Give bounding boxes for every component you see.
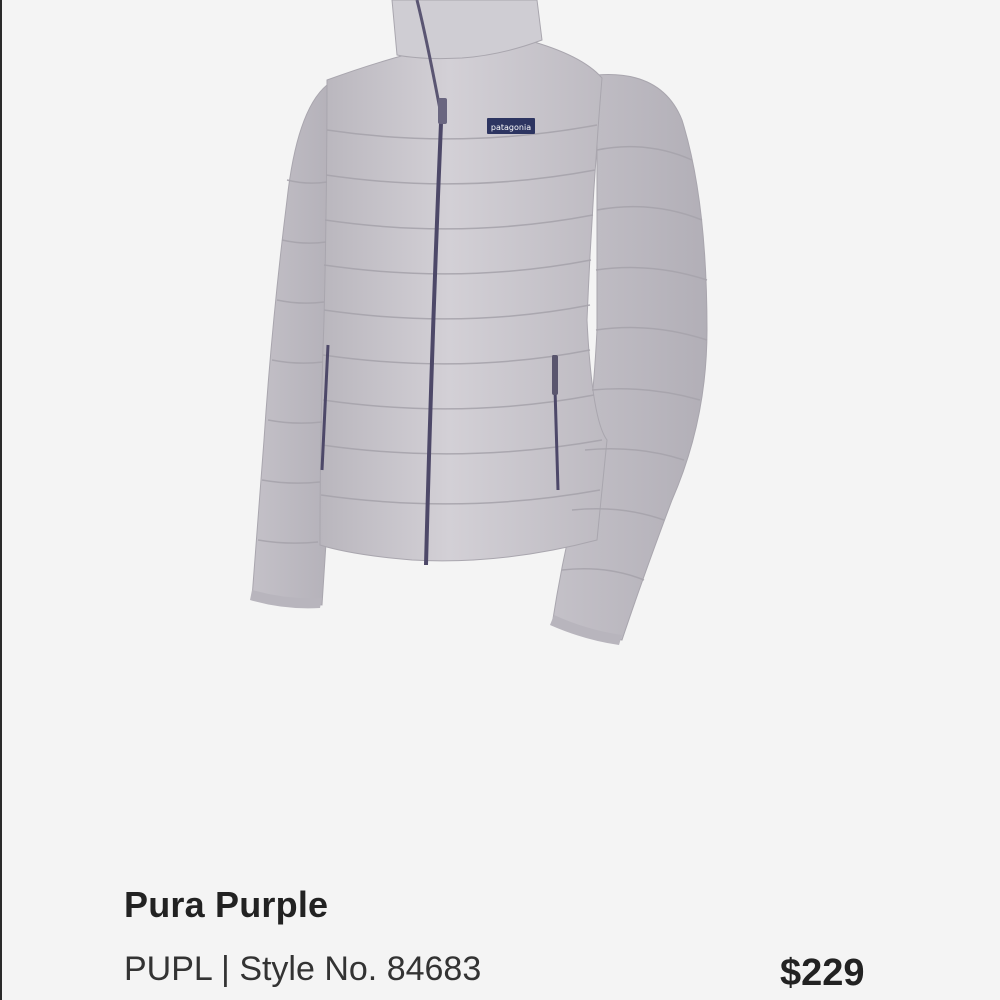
style-number: Style No. 84683 xyxy=(239,950,482,988)
product-color-name: Pura Purple xyxy=(124,884,329,925)
product-detail-page: patagonia Pura Purple PUPL | Style No. 8… xyxy=(0,0,1000,1000)
product-price: $229 xyxy=(780,952,865,994)
svg-text:patagonia: patagonia xyxy=(491,123,531,132)
jacket-illustration: patagonia xyxy=(250,0,708,645)
zipper-pull xyxy=(438,98,447,124)
color-code: PUPL xyxy=(124,950,212,988)
product-image[interactable]: patagonia xyxy=(202,0,762,660)
jacket-body xyxy=(319,39,608,562)
separator: | xyxy=(221,950,230,988)
patagonia-logo: patagonia xyxy=(487,118,535,134)
product-style-info: PUPL | Style No. 84683 xyxy=(124,950,481,989)
